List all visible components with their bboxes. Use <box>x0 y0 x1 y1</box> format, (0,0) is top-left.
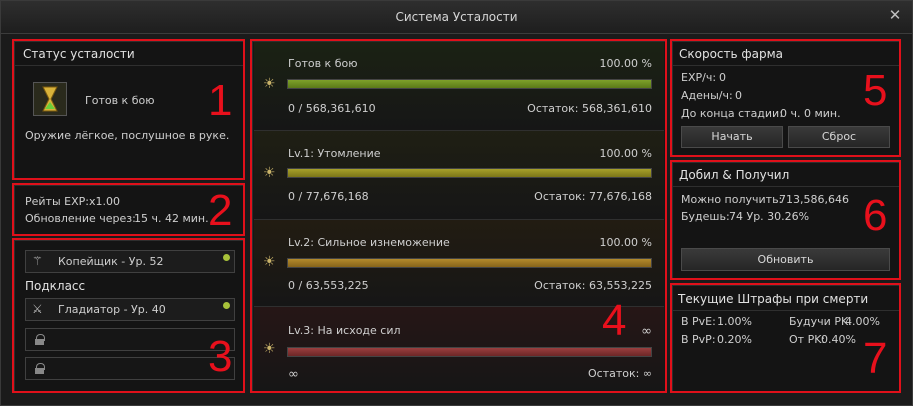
annotation-number-7: 7 <box>863 334 888 383</box>
stage-name: Lv.1: Утомление <box>288 147 381 160</box>
stage-remaining: Остаток: 568,361,610 <box>527 102 652 115</box>
annotation-number-3: 3 <box>208 332 233 381</box>
annotation-number-5: 5 <box>863 66 888 115</box>
stage-2: ☀ Lv.2: Сильное изнеможение 100.00 % 0 /… <box>254 220 664 306</box>
title-bar[interactable]: Система Усталости ✕ <box>1 1 912 34</box>
active-indicator-icon <box>223 302 230 309</box>
pvp-label: В PvP: <box>681 333 716 346</box>
stage-percent: 100.00 % <box>599 236 652 249</box>
subclass-header: Подкласс <box>25 279 86 293</box>
skull-icon: ☀ <box>263 341 276 357</box>
status-header: Статус усталости <box>23 47 135 61</box>
skull-icon: ☀ <box>263 165 276 181</box>
from-pk-label: От PK: <box>789 333 826 346</box>
refresh-button[interactable]: Обновить <box>681 248 890 271</box>
pve-value: 1.00% <box>717 315 752 328</box>
adena-per-hour-label: Адены/ч: <box>681 89 733 102</box>
can-get-value: 713,586,646 <box>779 193 849 206</box>
main-class-label: Копейщик - Ур. 52 <box>58 255 164 268</box>
stage-progress-bar <box>287 258 652 268</box>
stage-name: Lv.2: Сильное изнеможение <box>288 236 450 249</box>
kill-header: Добил & Получил <box>679 168 790 182</box>
subclass-slot-1[interactable]: ⚔ Гладиатор - Ур. 40 <box>25 298 235 321</box>
stage-name: Готов к бою <box>288 57 358 70</box>
stage-fill <box>288 259 651 267</box>
annotation-number-2: 2 <box>208 186 233 235</box>
annotation-number-1: 1 <box>208 76 233 125</box>
spear-icon: ⚚ <box>32 254 43 268</box>
stage-progress: 0 / 63,553,225 <box>288 279 369 292</box>
stage-progress-bar <box>287 347 652 357</box>
pvp-value: 0.20% <box>717 333 752 346</box>
subclass-slot-2[interactable] <box>25 328 235 351</box>
will-be-value: 74 Ур. 30.26% <box>729 210 810 223</box>
exp-per-hour-value: 0 <box>719 71 726 84</box>
status-state: Готов к бою <box>85 94 155 107</box>
crossed-swords-icon: ⚔ <box>32 302 43 316</box>
subclass-slot-3[interactable] <box>25 357 235 380</box>
stage-percent: 100.00 % <box>599 147 652 160</box>
reset-button[interactable]: Сброс <box>788 126 890 148</box>
subclass-1-label: Гладиатор - Ур. 40 <box>58 303 166 316</box>
stage-progress-bar <box>287 79 652 89</box>
can-get-label: Можно получить: <box>681 193 783 206</box>
exp-per-hour-label: EXP/ч: <box>681 71 717 84</box>
start-button[interactable]: Начать <box>681 126 783 148</box>
fatigue-window: Система Усталости ✕ Статус усталости Гот… <box>0 0 913 406</box>
stage-remaining: Остаток: 77,676,168 <box>534 190 652 203</box>
close-icon[interactable]: ✕ <box>887 7 903 23</box>
penalty-header: Текущие Штрафы при смерти <box>678 292 869 306</box>
stage-progress: 0 / 77,676,168 <box>288 190 369 203</box>
farm-header: Скорость фарма <box>679 47 784 61</box>
future-pk-label: Будучи PK: <box>789 315 852 328</box>
status-description: Оружие лёгкое, послушное в руке. <box>25 129 230 142</box>
stage-progress-bar <box>287 168 652 178</box>
stage-remaining: Остаток: 63,553,225 <box>534 279 652 292</box>
pve-label: В PvE: <box>681 315 716 328</box>
from-pk-value: 0.40% <box>821 333 856 346</box>
stage-end-label: До конца стадии: <box>681 107 783 120</box>
stage-fill <box>288 169 651 177</box>
annotation-number-6: 6 <box>863 191 888 240</box>
stage-progress: 0 / 568,361,610 <box>288 102 376 115</box>
stage-1: ☀ Lv.1: Утомление 100.00 % 0 / 77,676,16… <box>254 131 664 219</box>
stage-fill <box>288 80 651 88</box>
skull-icon: ☀ <box>263 254 276 270</box>
exp-rate-value: x1.00 <box>89 195 121 208</box>
window-title: Система Усталости <box>395 10 518 24</box>
annotation-number-4: 4 <box>602 296 627 345</box>
update-label: Обновление через: <box>25 212 136 225</box>
hourglass-icon <box>33 82 67 116</box>
adena-per-hour-value: 0 <box>735 89 742 102</box>
stage-remaining: Остаток: ∞ <box>587 367 652 380</box>
future-pk-value: 4.00% <box>845 315 880 328</box>
will-be-label: Будешь: <box>681 210 730 223</box>
stage-percent: ∞ <box>641 324 652 339</box>
stage-percent: 100.00 % <box>599 57 652 70</box>
stage-name: Lv.3: На исходе сил <box>288 324 401 337</box>
exp-rate-label: Рейты EXP: <box>25 195 89 208</box>
active-indicator-icon <box>223 254 230 261</box>
main-class-slot[interactable]: ⚚ Копейщик - Ур. 52 <box>25 250 235 273</box>
skull-icon: ☀ <box>263 76 276 92</box>
update-value: 15 ч. 42 мин. <box>134 212 209 225</box>
stage-end-value: 0 ч. 0 мин. <box>780 107 841 120</box>
stage-0: ☀ Готов к бою 100.00 % 0 / 568,361,610 О… <box>254 42 664 130</box>
stage-progress: ∞ <box>288 367 299 382</box>
stage-fill <box>288 348 651 356</box>
